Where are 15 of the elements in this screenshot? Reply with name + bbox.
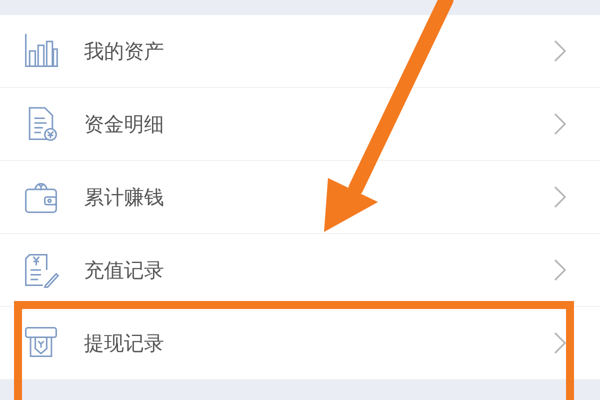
- menu-item[interactable]: 我的资产: [0, 15, 600, 88]
- menu-item[interactable]: 资金明细: [0, 88, 600, 161]
- bar-chart-icon: [22, 32, 60, 70]
- menu-item[interactable]: 充值记录: [0, 234, 600, 307]
- chevron-right-icon: [554, 332, 566, 354]
- chevron-right-icon: [554, 259, 566, 281]
- menu-label: 我的资产: [84, 38, 165, 64]
- chevron-right-icon: [554, 113, 566, 135]
- menu-label: 资金明细: [84, 110, 165, 138]
- menu-label: 累计赚钱: [84, 184, 165, 210]
- receipt-pen-icon: [22, 251, 60, 289]
- menu-label: 充值记录: [84, 256, 165, 284]
- chevron-right-icon: [554, 186, 566, 208]
- chevron-right-icon: [554, 40, 566, 62]
- menu-label: 提现记录: [84, 330, 165, 356]
